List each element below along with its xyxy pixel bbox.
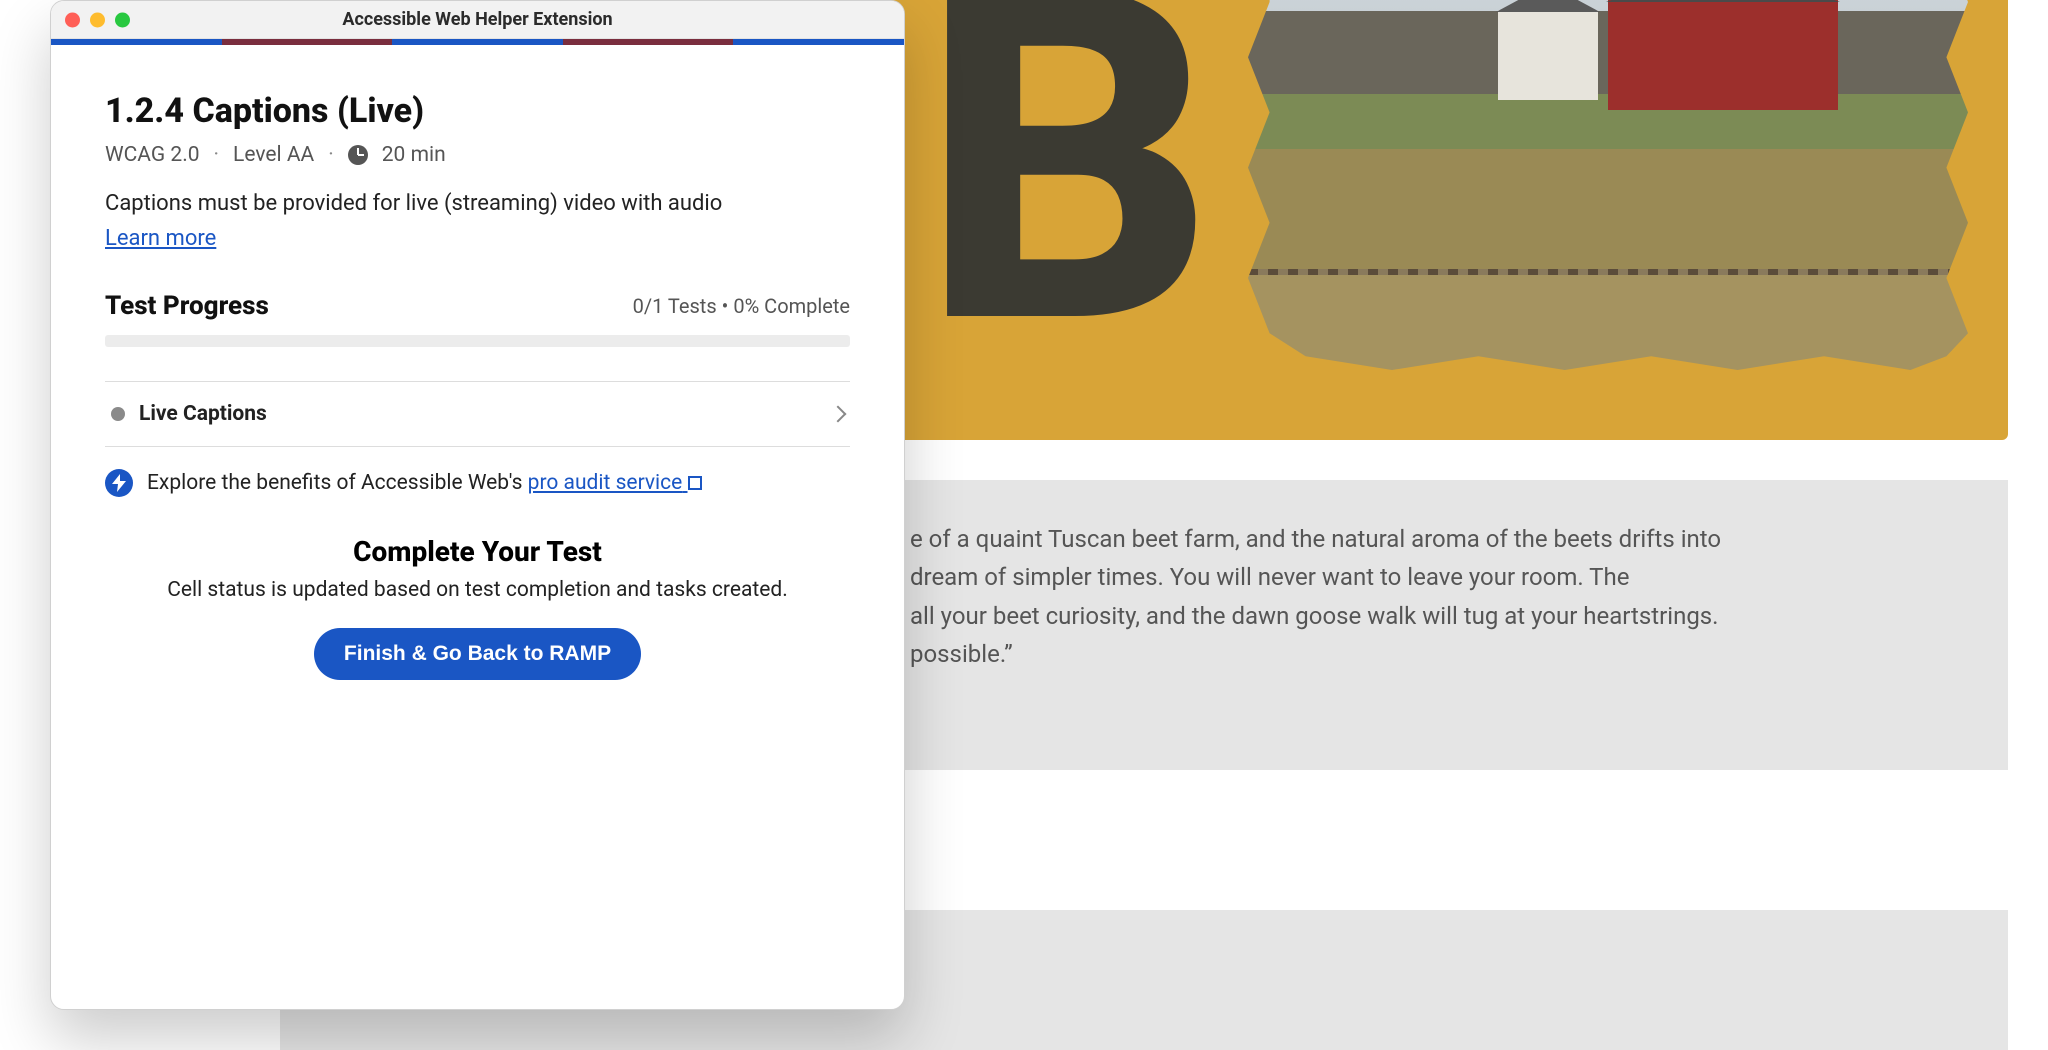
- traffic-lights: [65, 12, 130, 27]
- finish-button[interactable]: Finish & Go Back to RAMP: [314, 628, 641, 680]
- window-title: Accessible Web Helper Extension: [342, 9, 612, 30]
- bolt-svg: [112, 474, 126, 492]
- progress-bar: [105, 335, 850, 347]
- complete-heading: Complete Your Test: [105, 535, 850, 568]
- rule-description: Captions must be provided for live (stre…: [105, 191, 850, 216]
- progress-section-title: Test Progress: [105, 291, 269, 321]
- meta-separator: ·: [328, 143, 334, 167]
- photo-farmhouse: [1498, 10, 1598, 100]
- bolt-icon: [105, 469, 133, 497]
- rule-title: 1.2.4 Captions (Live): [105, 91, 850, 131]
- popup-content: 1.2.4 Captions (Live) WCAG 2.0 · Level A…: [51, 45, 904, 680]
- external-link-icon: [688, 476, 702, 490]
- clock-icon: [348, 145, 368, 165]
- promo-link[interactable]: pro audit service: [528, 471, 702, 495]
- promo-banner: Explore the benefits of Accessible Web's…: [105, 447, 850, 521]
- extension-popup: Accessible Web Helper Extension 1.2.4 Ca…: [50, 0, 905, 1010]
- brand-stripe: [51, 39, 904, 45]
- photo-barn: [1608, 0, 1838, 110]
- promo-prefix: Explore the benefits of Accessible Web's: [147, 471, 528, 495]
- test-name: Live Captions: [139, 402, 267, 426]
- photo-dry-grass: [1248, 149, 1968, 269]
- zoom-window-button[interactable]: [115, 12, 130, 27]
- status-dot-icon: [111, 407, 125, 421]
- close-window-button[interactable]: [65, 12, 80, 27]
- test-row-live-captions[interactable]: Live Captions: [105, 381, 850, 447]
- minimize-window-button[interactable]: [90, 12, 105, 27]
- photo-railroad: [1248, 269, 1968, 275]
- window-titlebar[interactable]: Accessible Web Helper Extension: [51, 1, 904, 39]
- page-body-text: e of a quaint Tuscan beet farm, and the …: [910, 520, 1948, 674]
- progress-status-text: 0/1 Tests • 0% Complete: [633, 294, 850, 318]
- rule-wcag-version: WCAG 2.0: [105, 143, 200, 167]
- learn-more-link[interactable]: Learn more: [105, 226, 216, 251]
- promo-text: Explore the benefits of Accessible Web's…: [147, 471, 702, 495]
- rule-time-estimate: 20 min: [382, 143, 446, 167]
- hero-photo: [1248, 0, 1968, 370]
- rule-level: Level AA: [233, 143, 314, 167]
- progress-header: Test Progress 0/1 Tests • 0% Complete: [105, 291, 850, 321]
- photo-field: [1248, 269, 1968, 370]
- rule-meta: WCAG 2.0 · Level AA · 20 min: [105, 143, 850, 167]
- chevron-right-icon: [830, 406, 847, 423]
- complete-subtext: Cell status is updated based on test com…: [105, 578, 850, 602]
- meta-separator: ·: [214, 143, 220, 167]
- hero-letter: B: [920, 0, 1205, 390]
